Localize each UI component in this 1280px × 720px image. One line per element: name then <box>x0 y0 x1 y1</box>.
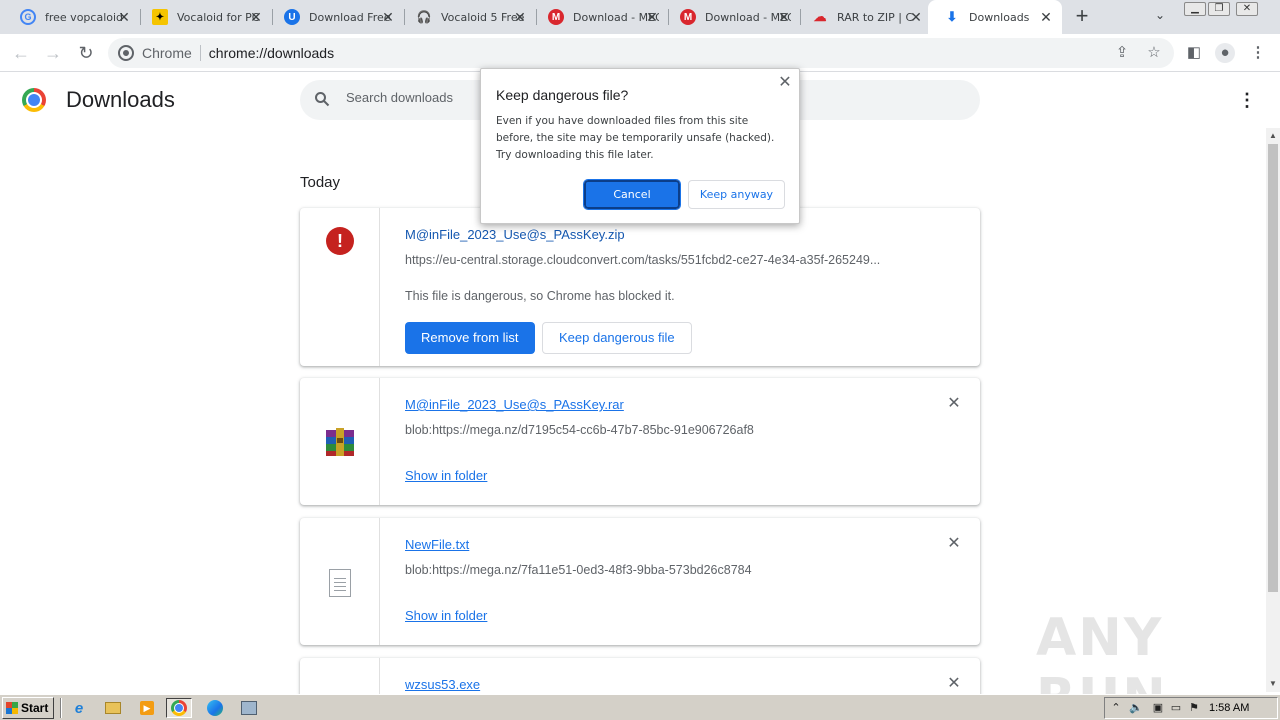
close-tab-icon[interactable]: ✕ <box>908 9 924 25</box>
address-bar[interactable]: Chrome chrome://downloads <box>108 38 1174 68</box>
danger-status-text: This file is dangerous, so Chrome has bl… <box>405 289 675 303</box>
dialog-body-text: Even if you have downloaded files from t… <box>496 115 775 161</box>
tray-expand-icon[interactable]: ⌃ <box>1109 701 1123 715</box>
remove-item-close-icon[interactable]: ✕ <box>946 676 962 692</box>
vocaloid-icon: ✦ <box>152 9 168 25</box>
dialog-keep-anyway-button[interactable]: Keep anyway <box>688 180 785 209</box>
bookmark-star-icon[interactable]: ☆ <box>1144 43 1164 63</box>
mega-icon: M <box>548 9 564 25</box>
remove-item-close-icon[interactable]: ✕ <box>946 396 962 412</box>
windows-taskbar: Start e ▶ ⌃ 🔈 ▣ ▭ ⚑ 1:58 AM <box>0 694 1280 720</box>
show-in-folder-link[interactable]: Show in folder <box>405 608 487 623</box>
chrome-icon <box>118 45 134 61</box>
start-label: Start <box>21 701 49 715</box>
google-icon: G <box>20 9 36 25</box>
file-icon-column <box>300 378 380 505</box>
media-player-icon[interactable]: ▶ <box>134 698 160 718</box>
file-url[interactable]: https://eu-central.storage.cloudconvert.… <box>405 253 900 267</box>
shield-icon: U <box>284 9 300 25</box>
downloads-menu-icon[interactable]: ⋮ <box>1238 90 1256 110</box>
winrar-archive-icon <box>326 428 354 456</box>
start-button[interactable]: Start <box>2 697 54 719</box>
forward-arrow-icon[interactable]: → <box>42 42 64 64</box>
taskbar-clock[interactable]: 1:58 AM <box>1209 702 1249 714</box>
tab-mega-2[interactable]: M Download - MEGA ✕ <box>664 0 800 34</box>
tab-vocaloid-pc[interactable]: ✦ Vocaloid for PC ✕ <box>136 0 272 34</box>
file-name[interactable]: NewFile.txt <box>405 537 469 552</box>
tab-mega-1[interactable]: M Download - MEGA ✕ <box>532 0 668 34</box>
minimize-button[interactable]: ▁ <box>1184 2 1206 16</box>
file-url[interactable]: blob:https://mega.nz/7fa11e51-0ed3-48f3-… <box>405 563 900 577</box>
browser-toolbar: ← → ↻ Chrome chrome://downloads ⇪ ☆ ◧ ● … <box>0 34 1280 72</box>
close-tab-icon[interactable]: ✕ <box>248 9 264 25</box>
download-card-zip: ! M@inFile_2023_Use@s_PAssKey.zip https:… <box>300 208 980 366</box>
warning-icon: ! <box>326 227 354 255</box>
chrome-logo-icon <box>22 88 46 112</box>
new-tab-button[interactable]: + <box>1070 5 1094 29</box>
text-file-icon <box>329 569 351 597</box>
menu-kebab-icon[interactable]: ⋮ <box>1248 43 1268 63</box>
scrollbar-thumb[interactable] <box>1268 144 1278 592</box>
network-icon[interactable]: ▣ <box>1151 701 1165 715</box>
profile-icon[interactable]: ● <box>1215 43 1235 63</box>
tab-search-chevron-icon[interactable]: ⌄ <box>1150 8 1170 28</box>
windows-flag-icon <box>6 702 18 714</box>
download-card-rar: M@inFile_2023_Use@s_PAssKey.rar blob:htt… <box>300 378 980 505</box>
chrome-taskbar-icon[interactable] <box>166 698 192 718</box>
explorer-folder-icon[interactable] <box>100 698 126 718</box>
file-icon-column: ! <box>300 208 380 366</box>
close-tab-icon[interactable]: ✕ <box>512 9 528 25</box>
tab-download-free[interactable]: U Download Free ✕ <box>268 0 404 34</box>
date-section-label: Today <box>300 174 341 191</box>
close-tab-icon[interactable]: ✕ <box>380 9 396 25</box>
keep-dangerous-file-button[interactable]: Keep dangerous file <box>542 322 692 354</box>
omnibox-divider <box>199 45 201 61</box>
dialog-close-icon[interactable]: ✕ <box>777 75 793 91</box>
tab-rar-to-zip[interactable]: ☁ RAR to ZIP | C ✕ <box>796 0 932 34</box>
internet-explorer-icon[interactable]: e <box>66 698 92 718</box>
close-tab-icon[interactable]: ✕ <box>1038 9 1054 25</box>
show-in-folder-link[interactable]: Show in folder <box>405 468 487 483</box>
edge-icon[interactable] <box>202 698 228 718</box>
dialog-cancel-button[interactable]: Cancel <box>583 179 681 210</box>
close-window-button[interactable]: ✕ <box>1236 2 1258 16</box>
keep-dangerous-file-dialog: Keep dangerous file? ✕ Even if you have … <box>480 68 800 224</box>
download-card-txt: NewFile.txt blob:https://mega.nz/7fa11e5… <box>300 518 980 645</box>
tab-downloads[interactable]: ⬇ Downloads ✕ <box>928 0 1062 34</box>
volume-icon[interactable]: 🔈 <box>1129 701 1143 715</box>
download-icon: ⬇ <box>946 9 958 24</box>
cloudconvert-icon: ☁ <box>813 9 827 24</box>
file-icon-column <box>300 518 380 645</box>
omnibox-chip: Chrome <box>142 45 192 61</box>
tab-google-search[interactable]: G free vopcaloid ✕ <box>4 0 140 34</box>
side-panel-icon[interactable]: ◧ <box>1184 43 1204 63</box>
tab-strip: G free vopcaloid ✕ ✦ Vocaloid for PC ✕ U… <box>0 0 1280 34</box>
search-icon <box>315 92 330 107</box>
file-url[interactable]: blob:https://mega.nz/d7195c54-cc6b-47b7-… <box>405 423 900 437</box>
system-tool-icon[interactable] <box>236 698 262 718</box>
headphones-icon: 🎧 <box>416 10 432 24</box>
close-tab-icon[interactable]: ✕ <box>116 9 132 25</box>
file-name[interactable]: M@inFile_2023_Use@s_PAssKey.zip <box>405 227 625 242</box>
file-name[interactable]: wzsus53.exe <box>405 677 480 692</box>
tab-vocaloid-5[interactable]: 🎧 Vocaloid 5 Free ✕ <box>400 0 536 34</box>
remove-item-close-icon[interactable]: ✕ <box>946 536 962 552</box>
taskbar-divider <box>60 698 62 718</box>
close-tab-icon[interactable]: ✕ <box>776 9 792 25</box>
scroll-up-arrow-icon[interactable]: ▲ <box>1269 132 1277 140</box>
omnibox-url: chrome://downloads <box>208 45 335 61</box>
restore-button[interactable]: ❐ <box>1208 2 1230 16</box>
close-tab-icon[interactable]: ✕ <box>644 9 660 25</box>
back-arrow-icon[interactable]: ← <box>10 42 32 64</box>
file-name[interactable]: M@inFile_2023_Use@s_PAssKey.rar <box>405 397 624 412</box>
page-title: Downloads <box>66 87 175 112</box>
remove-from-list-button[interactable]: Remove from list <box>405 322 535 354</box>
dialog-title: Keep dangerous file? <box>496 87 629 103</box>
action-center-flag-icon[interactable]: ⚑ <box>1187 701 1201 715</box>
share-icon[interactable]: ⇪ <box>1112 43 1132 63</box>
display-icon[interactable]: ▭ <box>1169 701 1183 715</box>
mega-icon: M <box>680 9 696 25</box>
reload-icon[interactable]: ↻ <box>75 42 97 64</box>
system-tray: ⌃ 🔈 ▣ ▭ ⚑ 1:58 AM <box>1104 697 1278 719</box>
